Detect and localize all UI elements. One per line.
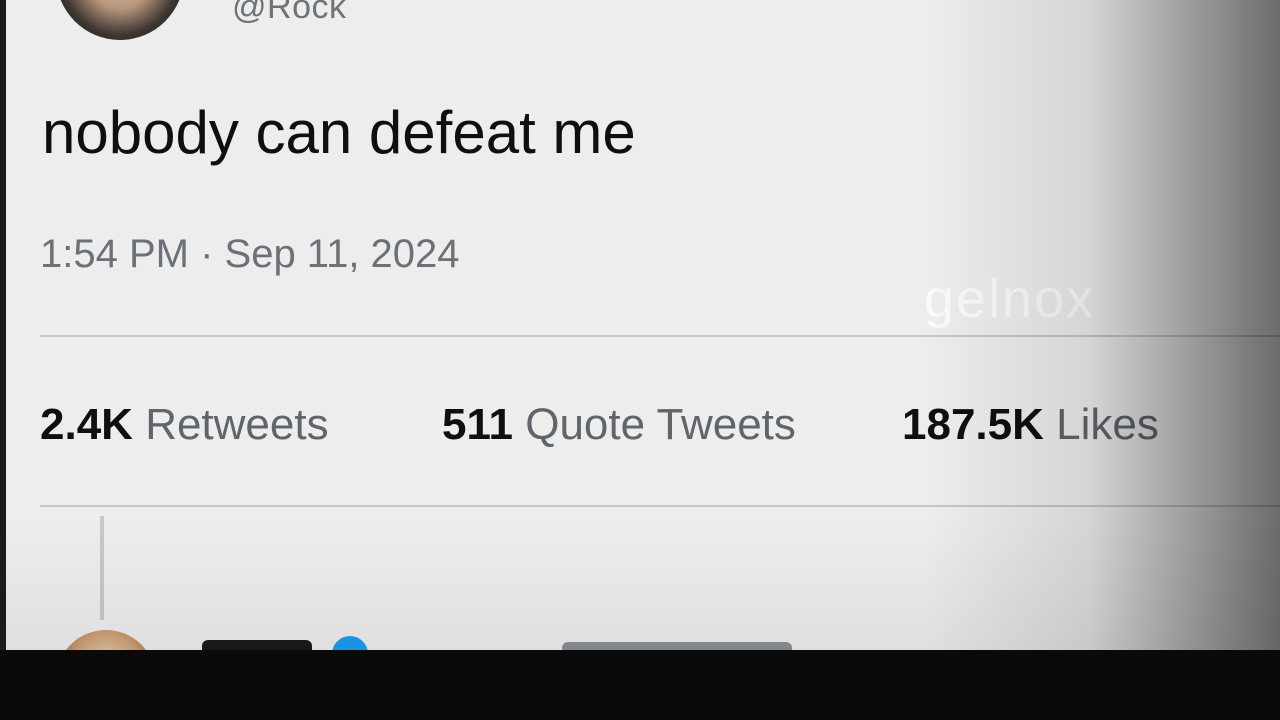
divider-bottom	[40, 505, 1280, 507]
likes-stat[interactable]: 187.5K Likes	[902, 400, 1159, 450]
quote-tweets-label: Quote Tweets	[525, 400, 796, 449]
reply-thread-line	[100, 516, 104, 620]
quote-tweets-stat[interactable]: 511 Quote Tweets	[442, 400, 796, 450]
tweet-text: nobody can defeat me	[42, 99, 636, 166]
screen: @Rock nobody can defeat me 1:54 PM · Sep…	[0, 0, 1280, 720]
likes-count: 187.5K	[902, 400, 1044, 449]
tweet-card: @Rock nobody can defeat me 1:54 PM · Sep…	[6, 0, 1280, 650]
author-handle[interactable]: @Rock	[232, 0, 346, 27]
retweets-count: 2.4K	[40, 400, 133, 449]
divider-top	[40, 335, 1280, 337]
reply-author-avatar[interactable]	[56, 630, 156, 650]
retweets-label: Retweets	[145, 400, 329, 449]
tweet-timestamp[interactable]: 1:54 PM · Sep 11, 2024	[40, 232, 460, 277]
retweets-stat[interactable]: 2.4K Retweets	[40, 400, 329, 450]
watermark: gelnox	[924, 269, 1096, 329]
author-avatar[interactable]	[56, 0, 184, 40]
quote-tweets-count: 511	[442, 400, 513, 449]
likes-label: Likes	[1056, 400, 1159, 449]
verified-badge-icon	[332, 636, 368, 650]
reply-author-name[interactable]	[202, 640, 312, 650]
bottom-letterbox	[0, 650, 1280, 720]
reply-date	[562, 642, 792, 650]
